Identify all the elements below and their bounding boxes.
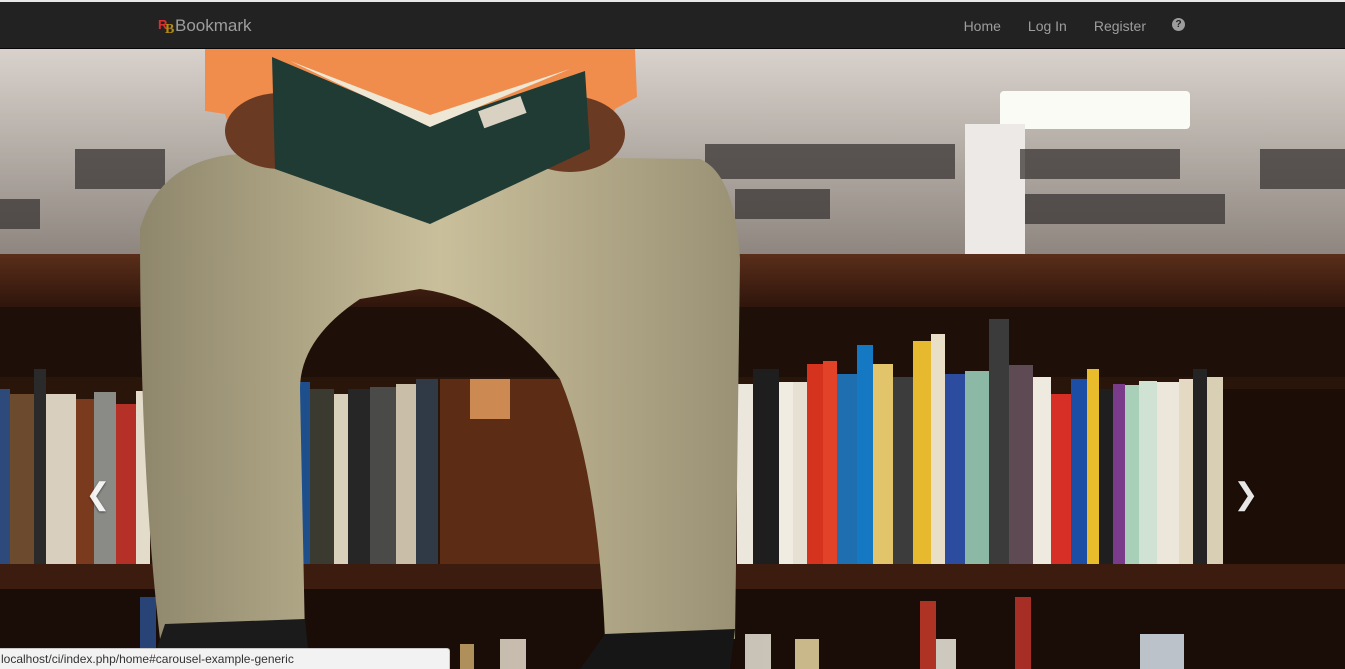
- nav-menu: Home Log In Register ?: [937, 2, 1185, 49]
- nav-register-link[interactable]: Register: [1094, 18, 1146, 34]
- carousel-slide-image: [0, 49, 1345, 669]
- nav-login-link[interactable]: Log In: [1028, 18, 1067, 34]
- nav-home-link[interactable]: Home: [964, 18, 1001, 34]
- brand-title: Bookmark: [175, 16, 252, 35]
- navbar: RB Bookmark Home Log In Register ?: [0, 2, 1345, 49]
- browser-status-url: localhost/ci/index.php/home#carousel-exa…: [0, 648, 450, 669]
- carousel: ❮ ❯: [0, 49, 1345, 669]
- chevron-left-icon[interactable]: ❮: [78, 469, 118, 519]
- brand-link[interactable]: RB Bookmark: [157, 15, 252, 37]
- chevron-right-icon[interactable]: ❯: [1226, 469, 1266, 519]
- question-circle-icon[interactable]: ?: [1172, 17, 1185, 31]
- bookmark-logo-icon: RB: [158, 17, 175, 37]
